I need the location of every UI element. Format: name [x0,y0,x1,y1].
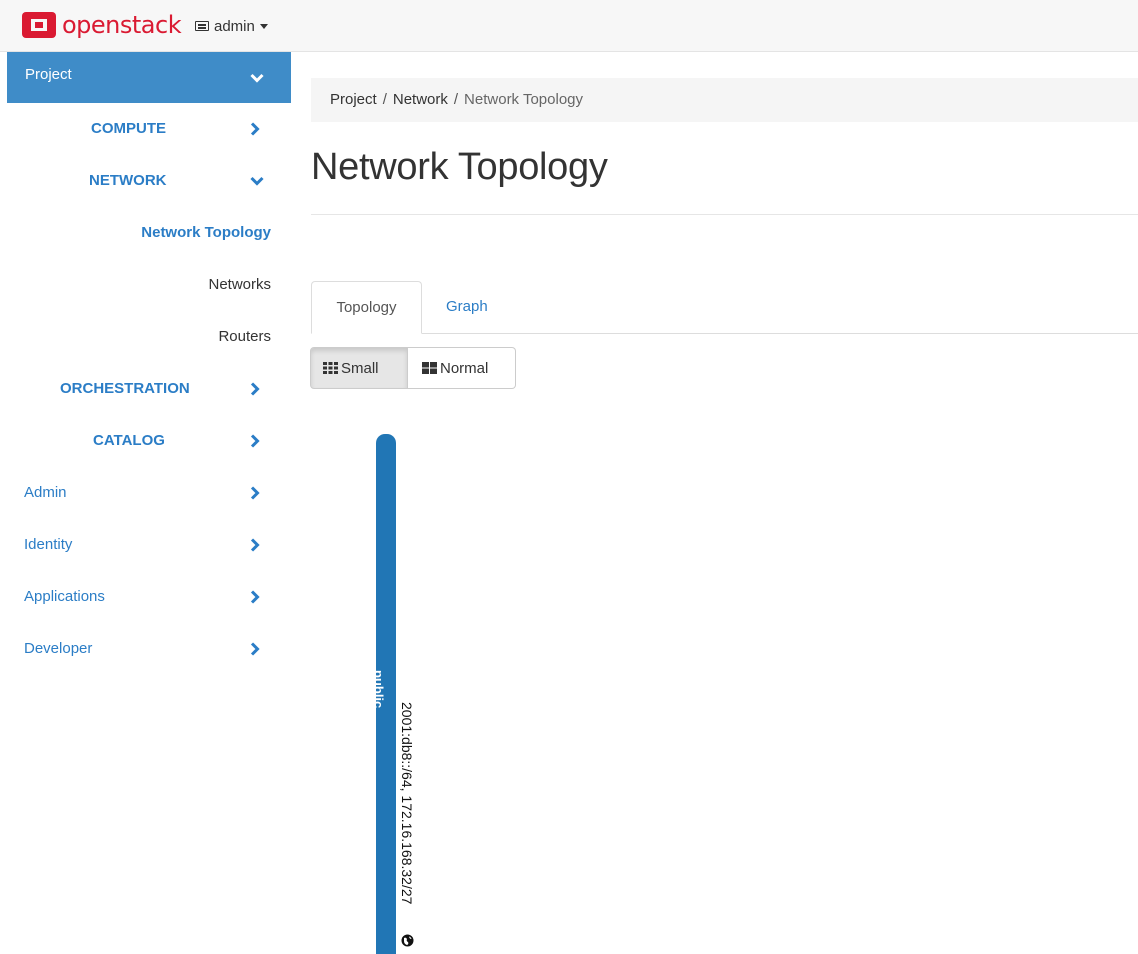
caret-down-icon [259,23,268,29]
chevron-right-icon [250,103,266,155]
normal-view-label: Normal [440,359,489,377]
server-list-icon [195,21,209,31]
sidebar: Project COMPUTE NETWORK Network Topology… [0,52,291,954]
grid-small-icon [323,362,338,374]
page-title: Network Topology [311,146,608,188]
sidebar-item-label: CATALOG [93,432,165,449]
sidebar-item-label: Networks [208,276,271,293]
breadcrumb-item-project[interactable]: Project [330,91,377,108]
globe-icon [401,934,414,947]
sidebar-item-label: Routers [218,328,271,345]
sidebar-item-label: Admin [24,484,67,501]
breadcrumb-item-current: Network Topology [464,91,583,108]
divider [311,214,1138,215]
sidebar-item-routers[interactable]: Routers [0,311,291,363]
small-view-label: Small [341,359,379,377]
sidebar-item-project[interactable]: Project [7,52,291,103]
sidebar-item-compute[interactable]: COMPUTE [0,103,291,155]
sidebar-item-label: Network Topology [141,224,271,241]
project-selector-label: admin [214,17,255,35]
tab-topology[interactable]: Topology [311,281,422,334]
sidebar-item-developer[interactable]: Developer [0,623,291,675]
chevron-right-icon [250,623,266,675]
brand-name: openstack [62,11,182,39]
breadcrumb-separator: / [453,91,459,108]
sidebar-item-network-topology[interactable]: Network Topology [0,207,291,259]
network-cidr-label: 2001:db8::/64, 172.16.168.32/27 [399,702,415,905]
chevron-right-icon [250,571,266,623]
sidebar-item-applications[interactable]: Applications [0,571,291,623]
chevron-down-icon [250,155,266,207]
sidebar-item-label: NETWORK [89,172,167,189]
breadcrumb-separator: / [382,91,387,108]
sidebar-item-networks[interactable]: Networks [0,259,291,311]
normal-view-button[interactable]: Normal [408,347,516,389]
sidebar-item-network[interactable]: NETWORK [0,155,291,207]
size-toggle-group: Small Normal [310,347,516,389]
sidebar-item-catalog[interactable]: CATALOG [0,415,291,467]
breadcrumb: Project / Network / Network Topology [311,78,1138,122]
small-view-button[interactable]: Small [310,347,408,389]
breadcrumb-item-network[interactable]: Network [393,91,448,108]
chevron-right-icon [250,519,266,571]
sidebar-item-label: Applications [24,588,105,605]
sidebar-item-admin[interactable]: Admin [0,467,291,519]
sidebar-item-orchestration[interactable]: ORCHESTRATION [0,363,291,415]
chevron-down-icon [250,52,266,104]
top-navbar: openstack admin [0,0,1138,52]
sidebar-item-identity[interactable]: Identity [0,519,291,571]
sidebar-item-label: Developer [24,640,93,657]
chevron-right-icon [250,467,266,519]
sidebar-item-label: Identity [24,536,73,553]
sidebar-item-label: COMPUTE [91,120,166,137]
chevron-right-icon [250,363,266,415]
sidebar-item-label: Project [25,66,72,83]
chevron-right-icon [250,415,266,467]
openstack-logo-icon [22,12,56,38]
network-name-label: public [371,670,386,709]
grid-large-icon [422,362,437,374]
project-selector-dropdown[interactable]: admin [195,15,268,37]
tab-graph[interactable]: Graph [446,281,488,334]
view-tabs: Topology Graph [311,281,1138,334]
brand-logo[interactable]: openstack [22,11,182,39]
sidebar-item-label: ORCHESTRATION [60,380,190,397]
